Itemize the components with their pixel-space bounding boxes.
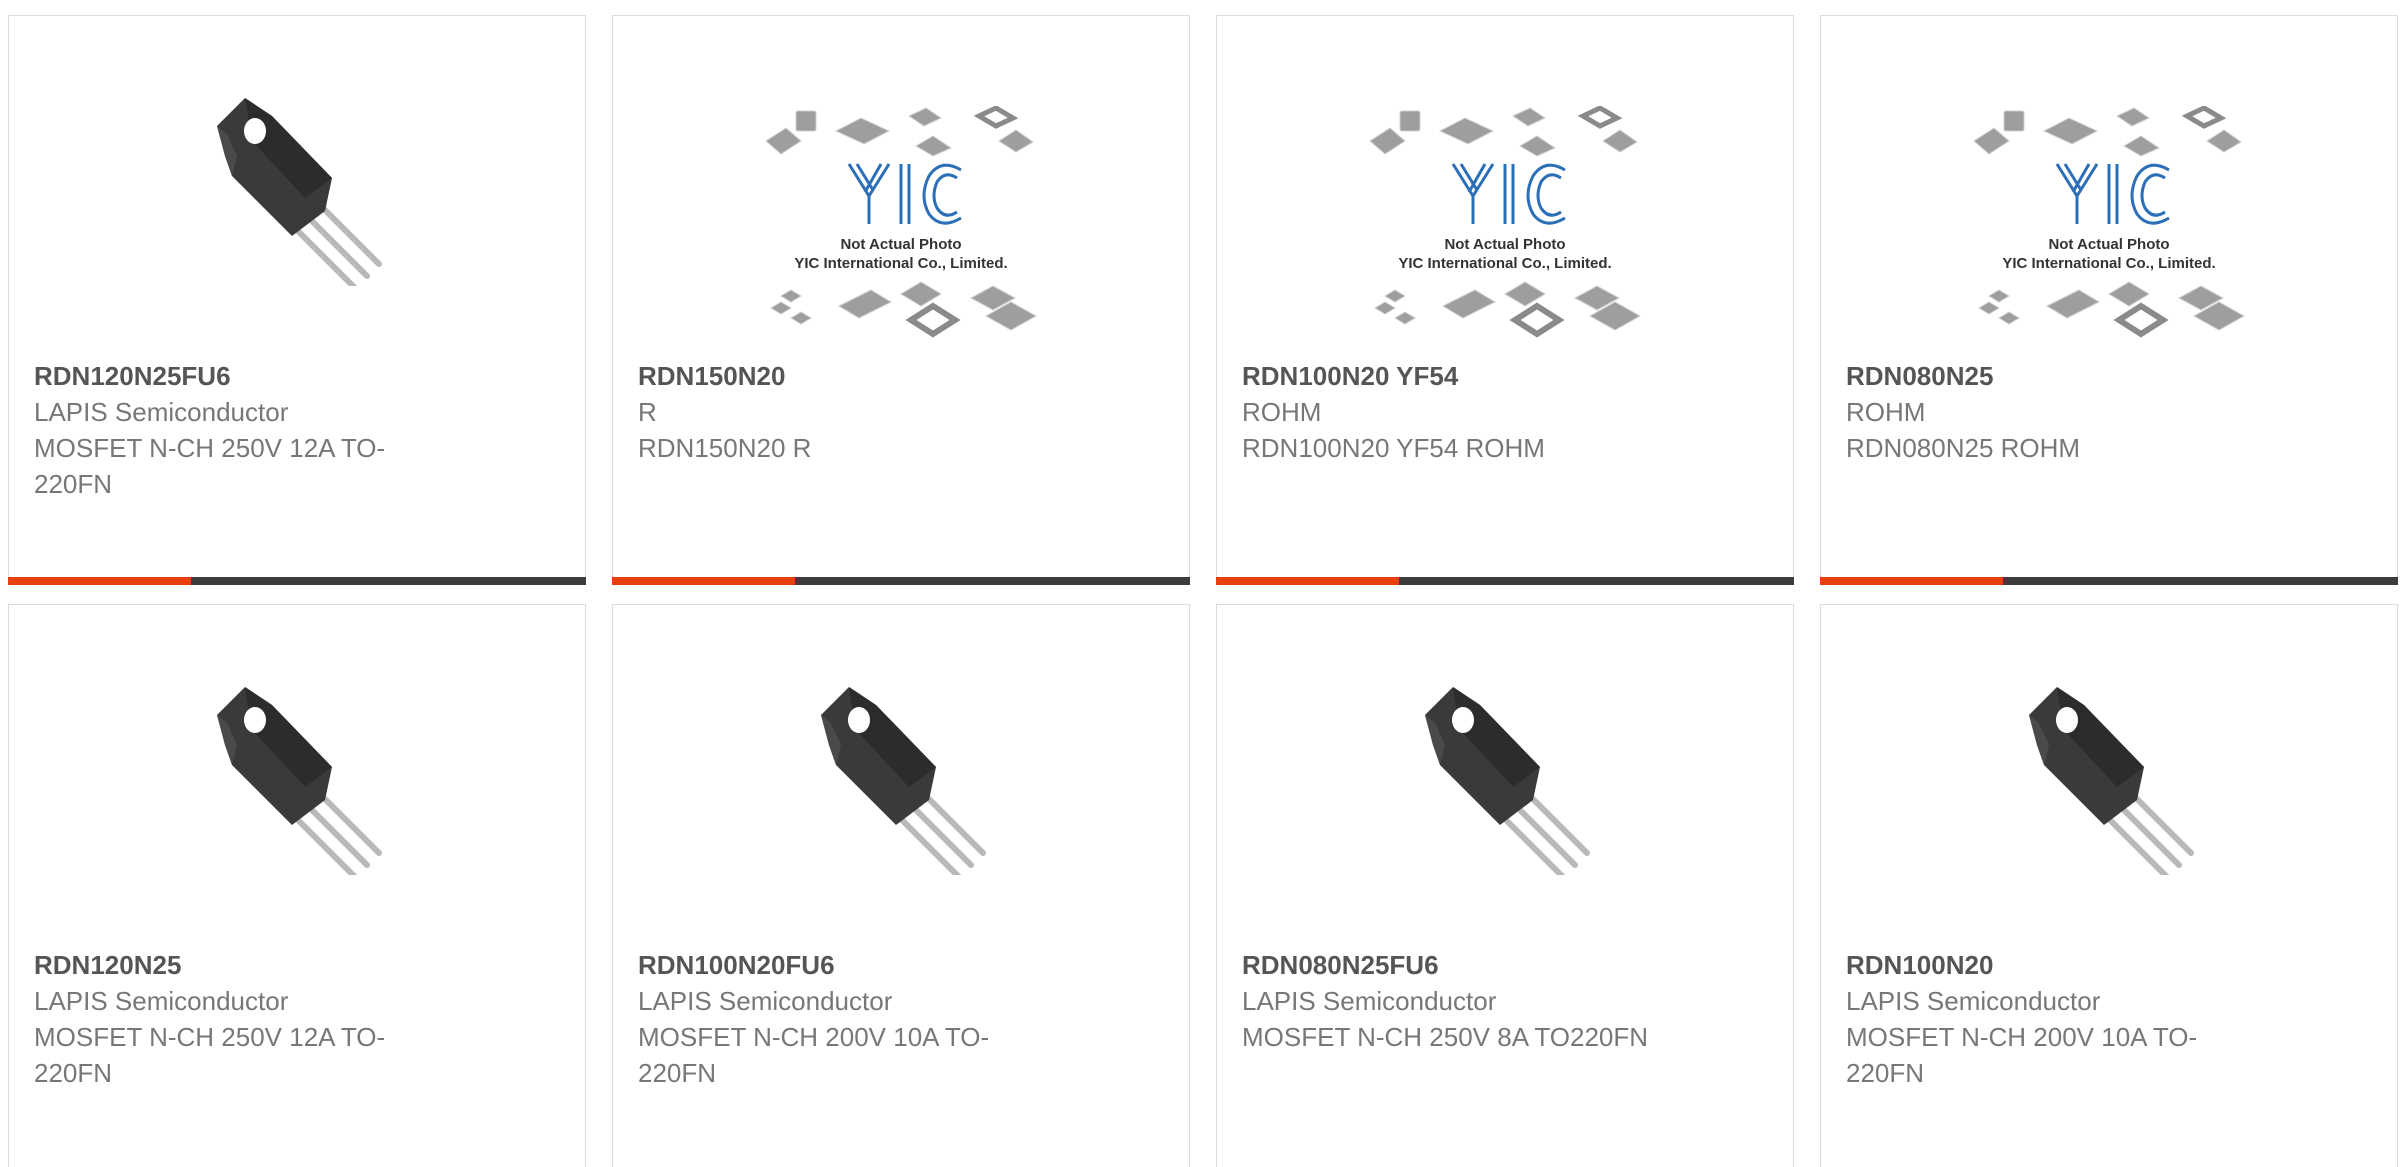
manufacturer: R [638, 397, 657, 427]
product-info: RDN100N20 LAPIS Semiconductor MOSFET N-C… [1846, 947, 2266, 1091]
product-info: RDN120N25FU6 LAPIS Semiconductor MOSFET … [34, 358, 454, 502]
card-footer-bar [1820, 577, 2398, 585]
product-card[interactable]: Not Actual Photo YIC International Co., … [1216, 15, 1794, 585]
product-card[interactable]: RDN100N20FU6 LAPIS Semiconductor MOSFET … [612, 604, 1190, 1167]
yic-placeholder-icon: Not Actual Photo YIC International Co., … [765, 106, 1038, 338]
description: MOSFET N-CH 250V 12A TO-220FN [34, 1022, 386, 1088]
description: RDN150N20 R [638, 433, 812, 463]
manufacturer: LAPIS Semiconductor [638, 986, 893, 1016]
product-image[interactable] [1217, 605, 1793, 935]
product-image[interactable] [9, 16, 585, 346]
part-number[interactable]: RDN080N25FU6 [1242, 947, 1662, 983]
yic-placeholder-icon: Not Actual Photo YIC International Co., … [1973, 106, 2246, 338]
product-image[interactable]: Not Actual Photo YIC International Co., … [1217, 16, 1793, 346]
card-footer-bar [1216, 577, 1794, 585]
accent-bar [1820, 577, 2003, 585]
part-number[interactable]: RDN150N20 [638, 358, 1058, 394]
product-image[interactable]: Not Actual Photo YIC International Co., … [613, 16, 1189, 346]
product-image[interactable] [9, 605, 585, 935]
part-number[interactable]: RDN100N20 YF54 [1242, 358, 1662, 394]
card-footer-bar [8, 577, 586, 585]
product-info: RDN150N20 R RDN150N20 R [638, 358, 1058, 466]
accent-bar [612, 577, 795, 585]
product-info: RDN100N20 YF54 ROHM RDN100N20 YF54 ROHM [1242, 358, 1662, 466]
manufacturer: ROHM [1846, 397, 1926, 427]
manufacturer: LAPIS Semiconductor [34, 986, 289, 1016]
description: MOSFET N-CH 250V 8A TO220FN [1242, 1022, 1649, 1052]
product-card[interactable]: RDN080N25FU6 LAPIS Semiconductor MOSFET … [1216, 604, 1794, 1167]
product-info: RDN080N25FU6 LAPIS Semiconductor MOSFET … [1242, 947, 1662, 1055]
description: MOSFET N-CH 200V 10A TO-220FN [638, 1022, 990, 1088]
placeholder-line1: Not Actual Photo [2048, 236, 2169, 253]
description: MOSFET N-CH 250V 12A TO-220FN [34, 433, 386, 499]
placeholder-line2: YIC International Co., Limited. [1398, 255, 1611, 272]
part-number[interactable]: RDN100N20 [1846, 947, 2266, 983]
product-card[interactable]: Not Actual Photo YIC International Co., … [1820, 15, 2398, 585]
part-number[interactable]: RDN100N20FU6 [638, 947, 1058, 983]
description: RDN100N20 YF54 ROHM [1242, 433, 1545, 463]
product-image[interactable]: Not Actual Photo YIC International Co., … [1821, 16, 2397, 346]
mosfet-package-icon [801, 675, 1001, 875]
part-number[interactable]: RDN120N25FU6 [34, 358, 454, 394]
description: RDN080N25 ROHM [1846, 433, 2081, 463]
manufacturer: LAPIS Semiconductor [34, 397, 289, 427]
product-image[interactable] [1821, 605, 2397, 935]
product-info: RDN120N25 LAPIS Semiconductor MOSFET N-C… [34, 947, 454, 1091]
part-number[interactable]: RDN080N25 [1846, 358, 2266, 394]
product-card[interactable]: Not Actual Photo YIC International Co., … [612, 15, 1190, 585]
accent-bar [8, 577, 191, 585]
product-info: RDN100N20FU6 LAPIS Semiconductor MOSFET … [638, 947, 1058, 1091]
product-grid: RDN120N25FU6 LAPIS Semiconductor MOSFET … [0, 0, 2400, 1167]
mosfet-package-icon [1405, 675, 1605, 875]
product-image[interactable] [613, 605, 1189, 935]
product-card[interactable]: RDN100N20 LAPIS Semiconductor MOSFET N-C… [1820, 604, 2398, 1167]
mosfet-package-icon [2009, 675, 2209, 875]
product-info: RDN080N25 ROHM RDN080N25 ROHM [1846, 358, 2266, 466]
mosfet-package-icon [197, 675, 397, 875]
placeholder-line1: Not Actual Photo [1444, 236, 1565, 253]
manufacturer: LAPIS Semiconductor [1242, 986, 1497, 1016]
card-footer-bar [612, 577, 1190, 585]
product-card[interactable]: RDN120N25FU6 LAPIS Semiconductor MOSFET … [8, 15, 586, 585]
product-card[interactable]: RDN120N25 LAPIS Semiconductor MOSFET N-C… [8, 604, 586, 1167]
accent-bar [1216, 577, 1399, 585]
yic-placeholder-icon: Not Actual Photo YIC International Co., … [1369, 106, 1642, 338]
manufacturer: ROHM [1242, 397, 1322, 427]
placeholder-line2: YIC International Co., Limited. [2002, 255, 2215, 272]
manufacturer: LAPIS Semiconductor [1846, 986, 2101, 1016]
placeholder-line2: YIC International Co., Limited. [794, 255, 1007, 272]
mosfet-package-icon [197, 86, 397, 286]
part-number[interactable]: RDN120N25 [34, 947, 454, 983]
placeholder-line1: Not Actual Photo [840, 236, 961, 253]
description: MOSFET N-CH 200V 10A TO-220FN [1846, 1022, 2198, 1088]
